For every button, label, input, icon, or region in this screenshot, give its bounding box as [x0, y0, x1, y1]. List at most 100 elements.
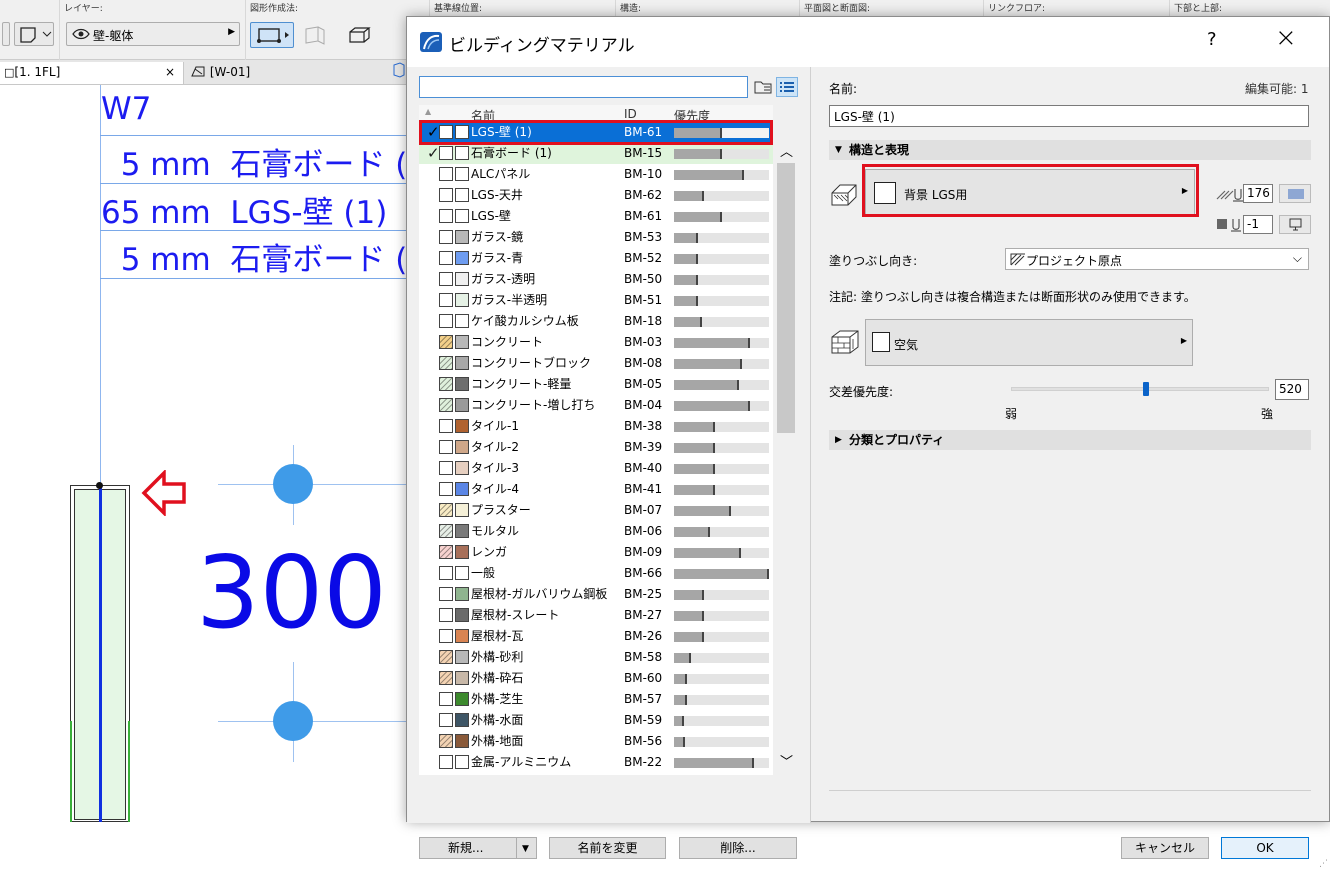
- pen-input-1[interactable]: 176: [1243, 184, 1273, 203]
- material-row[interactable]: コンクリートブロック BM-08: [419, 353, 773, 374]
- fill-pattern-swatch: [439, 230, 453, 244]
- scroll-up-icon[interactable]: ︿: [780, 141, 793, 160]
- folder-view-button[interactable]: [754, 78, 772, 96]
- help-button[interactable]: ?: [1207, 29, 1217, 50]
- fill-orientation-dropdown[interactable]: プロジェクト原点 ⌵: [1005, 248, 1309, 270]
- plan-section-label: 平面図と断面図:: [804, 4, 871, 14]
- material-row[interactable]: ALCパネル BM-10: [419, 164, 773, 185]
- grid-bubble-bottom[interactable]: [273, 701, 313, 741]
- cut-fill-button[interactable]: 背景 LGS用 ▶: [865, 169, 1195, 217]
- geometry-rectangle-button[interactable]: [250, 22, 294, 48]
- delete-button[interactable]: 削除...: [679, 837, 797, 859]
- material-row[interactable]: 屋根材-瓦 BM-26: [419, 626, 773, 647]
- pen-input-2[interactable]: -1: [1243, 215, 1273, 234]
- material-row[interactable]: 外構-芝生 BM-57: [419, 689, 773, 710]
- surface-button[interactable]: 空気 ▶: [865, 319, 1193, 366]
- folder-tree-icon: [754, 81, 772, 94]
- material-name-input[interactable]: [829, 105, 1309, 127]
- priority-bar: [674, 149, 769, 159]
- material-row[interactable]: コンクリート BM-03: [419, 332, 773, 353]
- material-row[interactable]: ✓ LGS-壁 (1) BM-61: [419, 122, 773, 143]
- priority-bar-fill: [674, 128, 722, 138]
- material-row[interactable]: タイル-2 BM-39: [419, 437, 773, 458]
- shape-dropdown-button[interactable]: [14, 22, 54, 46]
- grid-bubble-top[interactable]: [273, 464, 313, 504]
- tab-3d[interactable]: [388, 62, 406, 84]
- material-row[interactable]: 外構-砂利 BM-58: [419, 647, 773, 668]
- section-classification-properties[interactable]: ▶ 分類とプロパティ: [829, 430, 1311, 450]
- toolbar-button-partial[interactable]: [2, 22, 10, 46]
- material-row[interactable]: LGS-壁 BM-61: [419, 206, 773, 227]
- material-row[interactable]: 外構-地面 BM-56: [419, 731, 773, 752]
- intersection-slider-thumb[interactable]: [1143, 382, 1149, 396]
- chevron-right-icon: ▶: [1180, 336, 1187, 345]
- cancel-button[interactable]: キャンセル: [1121, 837, 1209, 859]
- material-row[interactable]: ガラス-鏡 BM-53: [419, 227, 773, 248]
- fill-orientation-value: プロジェクト原点: [1026, 254, 1123, 268]
- pen-color-button-1[interactable]: [1279, 184, 1311, 203]
- scroll-thumb[interactable]: [777, 163, 795, 433]
- archicad-app-icon: [420, 32, 442, 52]
- material-row[interactable]: コンクリート-軽量 BM-05: [419, 374, 773, 395]
- close-button[interactable]: ×: [1275, 23, 1297, 53]
- material-row[interactable]: プラスター BM-07: [419, 500, 773, 521]
- surface-color-swatch: [455, 419, 469, 433]
- priority-bar-fill: [674, 548, 741, 558]
- material-list[interactable]: ✓ LGS-壁 (1) BM-61 ✓ 石膏ボード (1) BM-15 ALCパネル BM-1…: [419, 121, 773, 775]
- material-id: BM-15: [624, 146, 663, 160]
- rename-button[interactable]: 名前を変更: [549, 837, 666, 859]
- material-row[interactable]: レンガ BM-09: [419, 542, 773, 563]
- intersection-slider[interactable]: [1011, 382, 1269, 396]
- list-view-button[interactable]: [776, 77, 798, 97]
- new-button[interactable]: 新規... ▼: [419, 837, 537, 859]
- pen-color-button-2[interactable]: [1279, 215, 1311, 234]
- section-structure-expression[interactable]: ▼ 構造と表現: [829, 140, 1311, 160]
- material-row[interactable]: 屋根材-ガルバリウム鋼板 BM-25: [419, 584, 773, 605]
- wall-element[interactable]: [70, 482, 130, 822]
- surface-color-swatch: [455, 251, 469, 265]
- fill-pattern-swatch: [439, 167, 453, 181]
- material-row[interactable]: 一般 BM-66: [419, 563, 773, 584]
- dropdown-arrow-icon: ▼: [522, 844, 529, 854]
- material-row[interactable]: 外構-水面 BM-59: [419, 710, 773, 731]
- material-row[interactable]: タイル-3 BM-40: [419, 458, 773, 479]
- surface-label: 空気: [894, 338, 919, 352]
- material-row[interactable]: 金属-アルミニウム BM-22: [419, 752, 773, 773]
- geometry-box-button[interactable]: [344, 24, 374, 46]
- 3d-view-icon: [393, 62, 405, 78]
- material-row[interactable]: ケイ酸カルシウム板 BM-18: [419, 311, 773, 332]
- priority-bar-fill: [674, 695, 687, 705]
- priority-bar-fill: [674, 569, 769, 579]
- resize-grip-icon[interactable]: ⋰: [1319, 859, 1328, 869]
- column-header-id[interactable]: ID: [624, 107, 637, 121]
- dimension-text[interactable]: 300: [196, 543, 387, 643]
- tab-section[interactable]: [W-01]: [186, 62, 386, 84]
- material-row[interactable]: ガラス-青 BM-52: [419, 248, 773, 269]
- material-row[interactable]: タイル-4 BM-41: [419, 479, 773, 500]
- material-name: タイル-2: [471, 440, 519, 454]
- material-row[interactable]: モルタル BM-06: [419, 521, 773, 542]
- tab-floor-plan[interactable]: □[1. 1FL] ×: [0, 62, 184, 84]
- search-input[interactable]: [419, 76, 748, 98]
- material-row[interactable]: 外構-砕石 BM-60: [419, 668, 773, 689]
- priority-bar-fill: [674, 674, 687, 684]
- priority-bar-fill: [674, 149, 722, 159]
- close-tab-icon[interactable]: ×: [165, 62, 175, 82]
- layer-dropdown[interactable]: 壁-躯体 ▶: [66, 22, 240, 46]
- material-name: 屋根材-ガルバリウム鋼板: [471, 587, 608, 601]
- priority-bar: [674, 569, 769, 579]
- ok-button[interactable]: OK: [1221, 837, 1309, 859]
- material-row[interactable]: LGS-天井 BM-62: [419, 185, 773, 206]
- surface-color-swatch: [455, 650, 469, 664]
- intersection-input[interactable]: 520: [1275, 379, 1309, 400]
- geometry-trapezoid-button[interactable]: [300, 24, 330, 46]
- material-row[interactable]: ガラス-透明 BM-50: [419, 269, 773, 290]
- material-row[interactable]: コンクリート-増し打ち BM-04: [419, 395, 773, 416]
- scroll-down-icon[interactable]: ﹀: [780, 751, 793, 770]
- list-scrollbar[interactable]: ︿ ﹀: [775, 121, 797, 775]
- material-row[interactable]: タイル-1 BM-38: [419, 416, 773, 437]
- material-name: タイル-1: [471, 419, 519, 433]
- material-row[interactable]: ガラス-半透明 BM-51: [419, 290, 773, 311]
- material-row[interactable]: 屋根材-スレート BM-27: [419, 605, 773, 626]
- material-row[interactable]: ✓ 石膏ボード (1) BM-15: [419, 143, 773, 164]
